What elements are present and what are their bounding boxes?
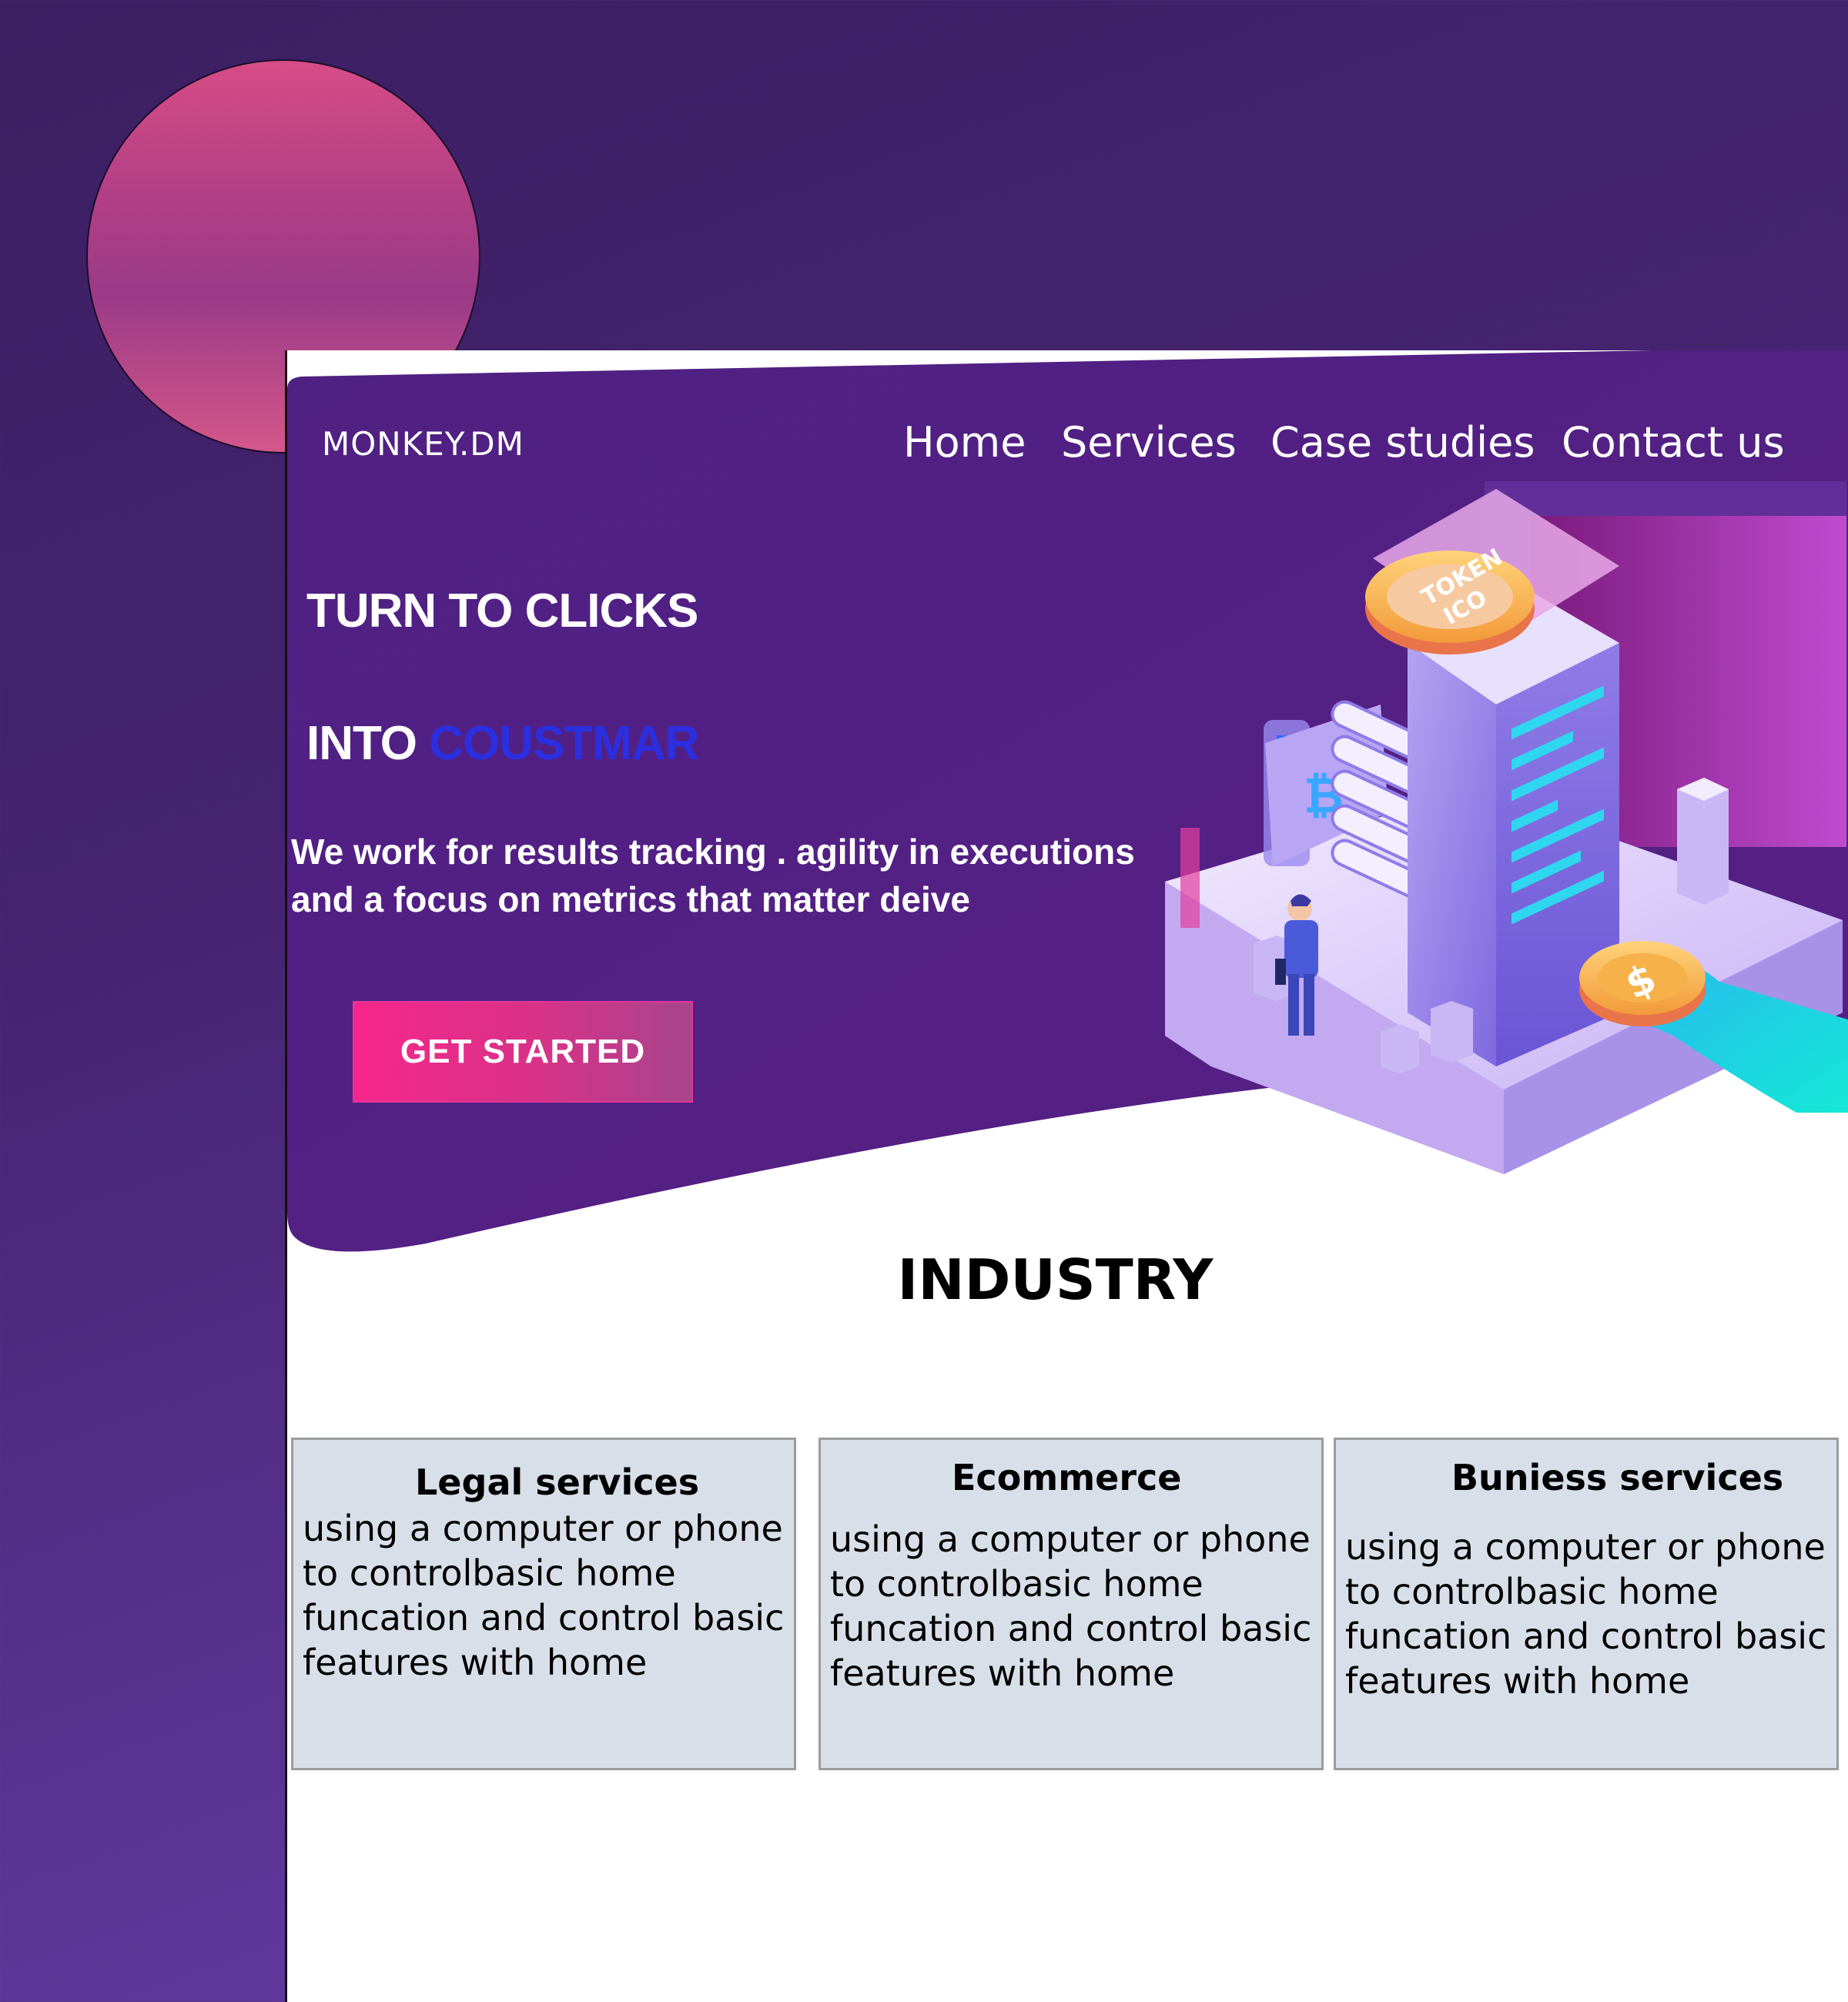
hero-title-prefix: INTO (306, 717, 430, 770)
main-nav: Home Services Case studies Contact us (287, 418, 1848, 472)
card-title: Legal services (415, 1461, 700, 1503)
card-title: Ecommerce (952, 1457, 1182, 1498)
landing-page: MONKEY.DM Home Services Case studies Con… (285, 350, 1848, 2002)
get-started-button[interactable]: GET STARTED (353, 1001, 693, 1103)
hero-title-line-2: INTO COUSTMAR (306, 716, 699, 771)
nav-services[interactable]: Services (1061, 418, 1237, 467)
card-description: using a computer or phone to controlbasi… (303, 1508, 785, 1683)
hero-title-highlight: COUSTMAR (429, 717, 699, 770)
industry-card-legal: Legal services using a computer or phone… (291, 1438, 796, 1770)
nav-home[interactable]: Home (903, 418, 1026, 467)
hero-title-line-1: TURN TO CLICKS (306, 584, 698, 638)
hero-description: We work for results tracking . agility i… (291, 832, 1135, 919)
card-description: using a computer or phone to controlbasi… (830, 1518, 1312, 1694)
nav-contact-us[interactable]: Contact us (1562, 418, 1785, 467)
card-title: Buniess services (1451, 1457, 1784, 1498)
industry-card-business: Buniess services using a computer or pho… (1334, 1438, 1839, 1770)
card-description: using a computer or phone to controlbasi… (1345, 1526, 1827, 1702)
isometric-building-illustration: ₿ TOKEN ICO $ (1165, 481, 1848, 1174)
nav-case-studies[interactable]: Case studies (1270, 418, 1535, 467)
industry-card-ecommerce: Ecommerce using a computer or phone to c… (819, 1438, 1324, 1770)
industry-title: INDUSTRY (897, 1247, 1214, 1312)
